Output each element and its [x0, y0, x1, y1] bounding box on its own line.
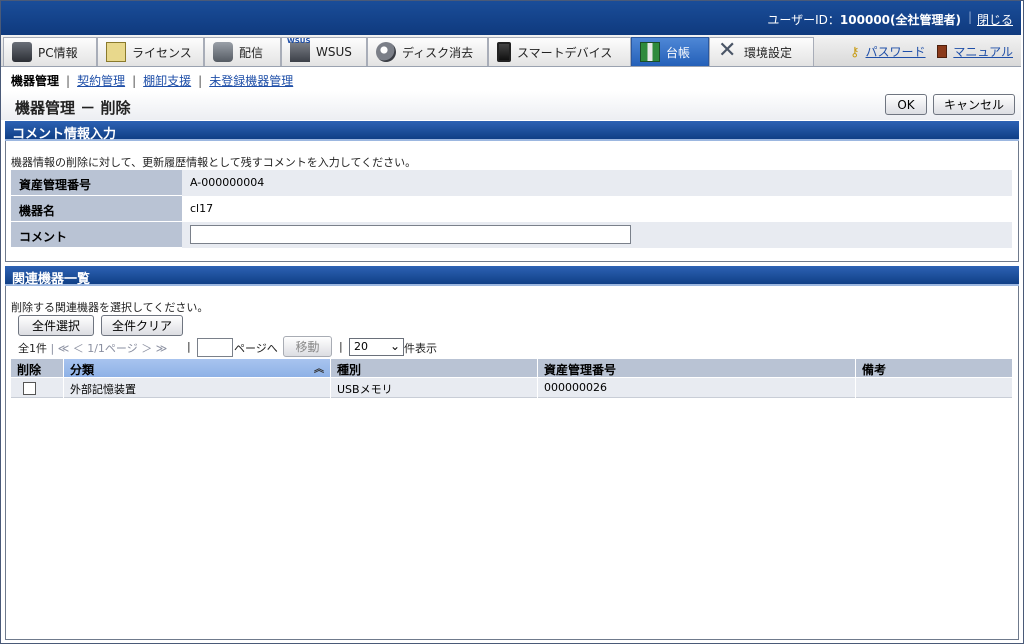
clear-all-button[interactable]: 全件クリア — [101, 315, 183, 336]
tab-label: 配信 — [239, 45, 264, 60]
device-table-header: 削除 分類 ︽ 種別 資産管理番号 備考 — [11, 359, 1012, 377]
tab-disk-erase[interactable]: ディスク消去 — [367, 37, 488, 66]
related-section-header: 関連機器一覧 — [5, 266, 1019, 287]
main-tab-bar: PC情報 ライセンス 配信 WSUS ディスク消去 スマートデバイス 台帳 環境… — [1, 35, 1021, 67]
page-title: 機器管理 － 削除 — [15, 99, 131, 117]
total-count: 全1件 — [18, 342, 47, 355]
user-id-value: 100000(全社管理者) — [839, 13, 961, 27]
tools-icon — [718, 38, 738, 63]
tab-label: 台帳 — [666, 45, 691, 60]
comment-section-header: コメント情報入力 — [5, 121, 1019, 142]
pager-separator: | — [187, 340, 191, 353]
chevron-down-icon: ⌄ — [389, 339, 400, 353]
manual-book-icon — [937, 45, 948, 58]
subnav-separator: | — [66, 74, 71, 88]
col-type[interactable]: 種別 — [331, 359, 538, 377]
col-delete: 削除 — [11, 359, 64, 377]
pager-separator: | — [50, 342, 55, 355]
tab-smart-device[interactable]: スマートデバイス — [488, 37, 631, 66]
disk-erase-icon — [376, 42, 396, 62]
page-header: 機器管理 － 削除 OK キャンセル — [1, 91, 1021, 120]
tab-settings[interactable]: 環境設定 — [709, 37, 814, 66]
asset-number-row: 資産管理番号 A-000000004 — [11, 170, 1012, 196]
col-note[interactable]: 備考 — [856, 359, 1012, 377]
device-name-label: 機器名 — [11, 196, 182, 222]
tab-label: WSUS — [316, 45, 352, 59]
distribution-icon — [213, 42, 233, 62]
comment-label: コメント — [11, 222, 182, 248]
page-navigation[interactable]: ≪ ＜ 1/1ページ ＞ ≫ — [58, 342, 168, 355]
user-id-label: ユーザーID： — [767, 13, 840, 27]
tab-distribution[interactable]: 配信 — [204, 37, 281, 66]
asset-number-label: 資産管理番号 — [11, 170, 182, 196]
key-icon: ⚷ — [849, 45, 860, 60]
manual-link[interactable]: マニュアル — [953, 45, 1013, 59]
table-row: 外部記憶装置 USBメモリ 000000026 — [11, 378, 1012, 398]
goto-page-label: ページへ — [234, 342, 278, 355]
subnav-separator: | — [198, 74, 203, 88]
per-page-value: 20 — [354, 340, 368, 353]
user-info: ユーザーID：100000(全社管理者) — [767, 11, 961, 28]
license-icon — [106, 42, 126, 62]
subnav-contract-link[interactable]: 契約管理 — [77, 74, 125, 88]
cancel-button[interactable]: キャンセル — [933, 94, 1015, 115]
comment-input[interactable] — [190, 225, 631, 244]
pager: 全1件 | ≪ ＜ 1/1ページ ＞ ≫ — [18, 340, 167, 356]
select-all-button[interactable]: 全件選択 — [18, 315, 94, 336]
related-section-description: 削除する関連機器を選択してください。 — [11, 301, 209, 314]
subnav-separator: | — [132, 74, 137, 88]
sub-navigation: 機器管理 | 契約管理 | 棚卸支援 | 未登録機器管理 — [1, 67, 1021, 91]
tab-license[interactable]: ライセンス — [97, 37, 204, 66]
device-name-row: 機器名 cl17 — [11, 196, 1012, 222]
ledger-icon — [640, 42, 660, 62]
delete-checkbox[interactable] — [23, 382, 36, 395]
subnav-unregistered-link[interactable]: 未登録機器管理 — [209, 74, 293, 88]
subnav-inventory-link[interactable]: 棚卸支援 — [143, 74, 191, 88]
tab-pc-info[interactable]: PC情報 — [3, 37, 97, 66]
tab-label: 環境設定 — [744, 45, 793, 60]
delete-cell — [11, 378, 64, 398]
password-link[interactable]: パスワード — [866, 45, 926, 59]
header-separator: | — [967, 10, 972, 24]
page-number-input[interactable] — [197, 338, 233, 357]
wsus-icon — [287, 37, 311, 62]
tab-ledger[interactable]: 台帳 — [631, 37, 709, 66]
asset-number-value: A-000000004 — [182, 170, 1012, 196]
move-button[interactable]: 移動 — [283, 336, 332, 357]
comment-section-body: 機器情報の削除に対して、更新履歴情報として残すコメントを入力してください。 資産… — [5, 141, 1019, 262]
col-category-label: 分類 — [70, 363, 95, 377]
pager-separator: | — [339, 340, 343, 353]
top-links: ⚷ パスワード マニュアル — [850, 43, 1013, 60]
close-link[interactable]: 閉じる — [977, 11, 1013, 28]
asset-number-cell: 000000026 — [538, 378, 856, 398]
ok-button[interactable]: OK — [885, 94, 927, 115]
per-page-label: 件表示 — [404, 342, 437, 355]
pc-icon — [12, 42, 32, 62]
comment-section-description: 機器情報の削除に対して、更新履歴情報として残すコメントを入力してください。 — [11, 156, 417, 169]
sort-icon: ︽ — [314, 364, 324, 375]
tab-label: ディスク消去 — [402, 45, 474, 60]
tab-label: スマートデバイス — [517, 45, 613, 60]
comment-row: コメント — [11, 222, 1012, 248]
category-cell: 外部記憶装置 — [64, 378, 331, 398]
col-asset-number[interactable]: 資産管理番号 — [538, 359, 856, 377]
smart-device-icon — [497, 42, 511, 62]
tab-wsus[interactable]: WSUS — [281, 37, 367, 66]
per-page-select[interactable]: 20 ⌄ — [349, 338, 404, 356]
top-header-bar: ユーザーID：100000(全社管理者) | 閉じる — [1, 1, 1021, 35]
device-name-value: cl17 — [182, 196, 1012, 222]
tab-label: ライセンス — [132, 45, 192, 60]
col-category[interactable]: 分類 ︽ — [64, 359, 331, 377]
type-cell: USBメモリ — [331, 378, 538, 398]
subnav-current: 機器管理 — [11, 74, 60, 88]
tab-label: PC情報 — [38, 45, 78, 60]
note-cell — [856, 378, 1012, 398]
